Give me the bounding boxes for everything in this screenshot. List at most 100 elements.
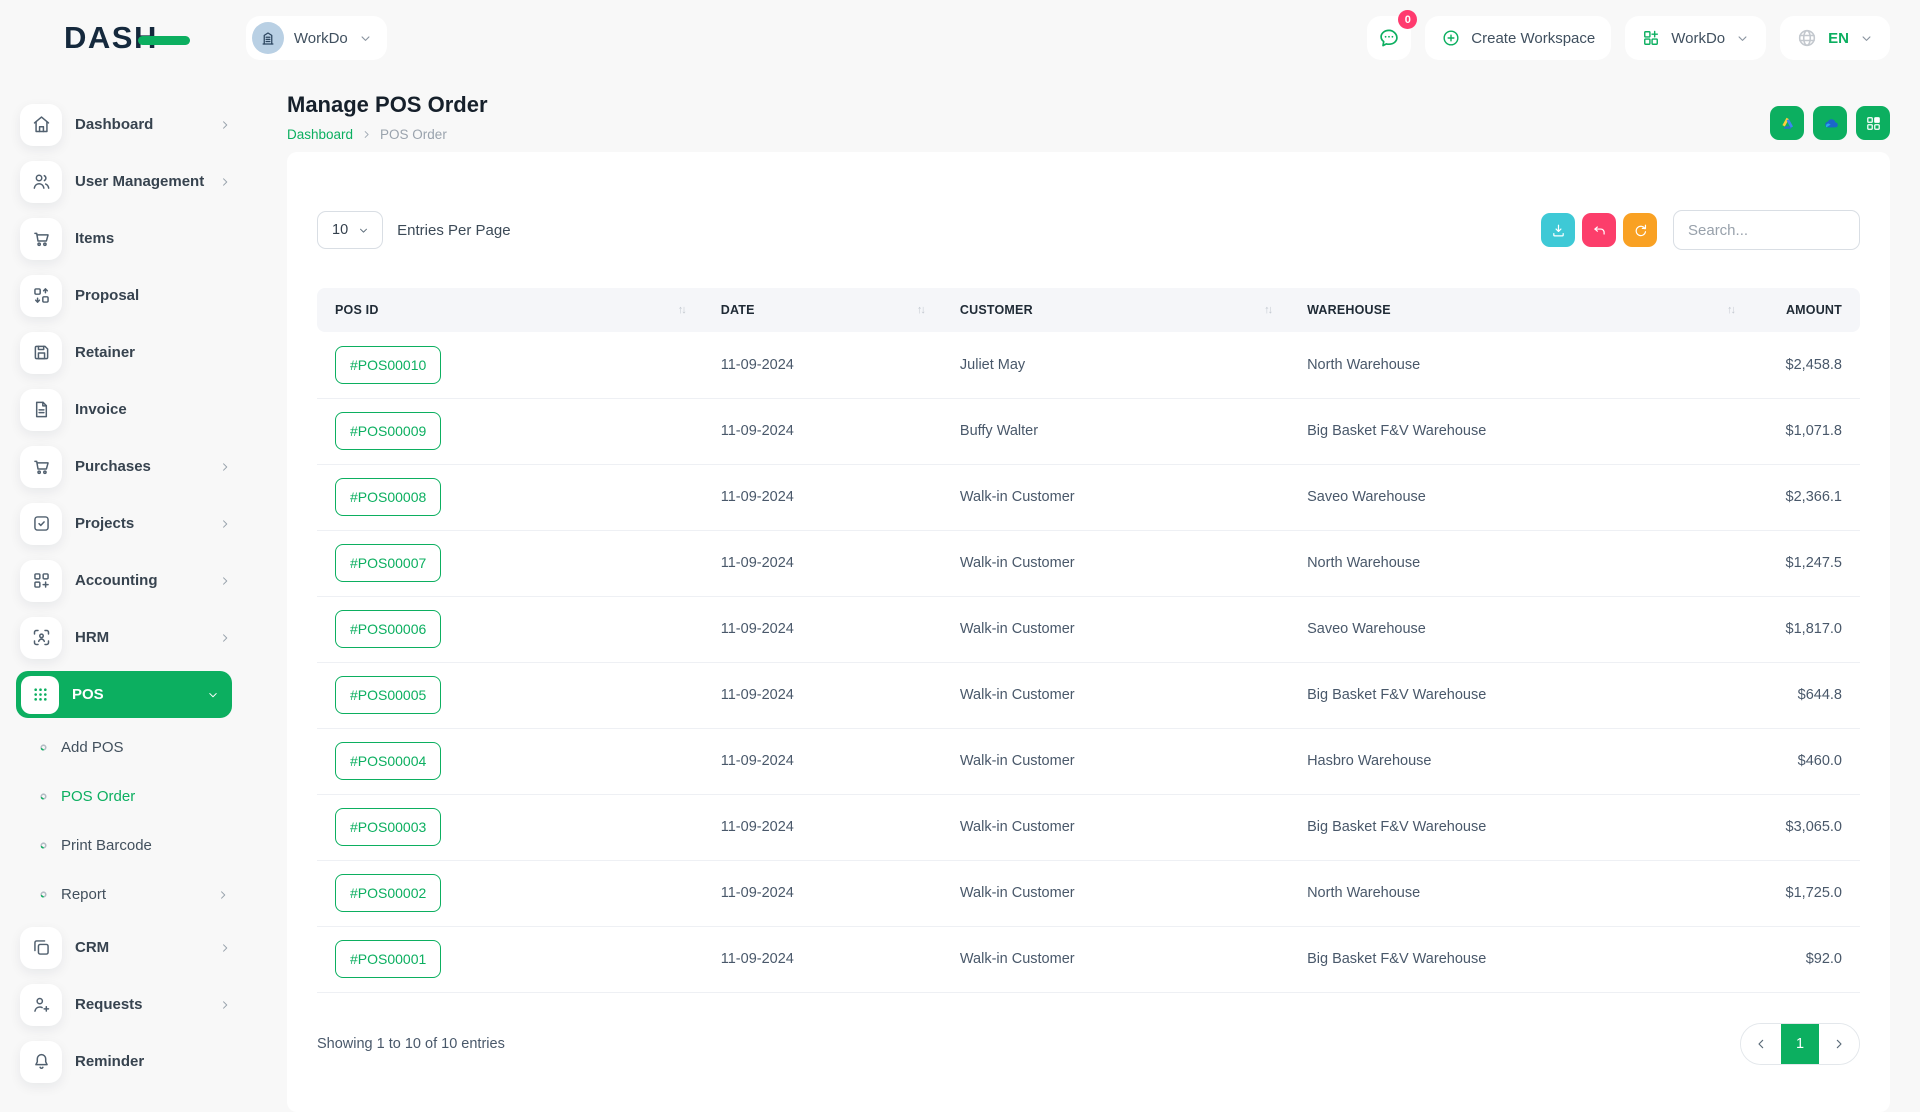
main-content: Manage POS Order Dashboard POS Order 10 … [256, 76, 1920, 1112]
pos-id-link[interactable]: #POS00001 [335, 940, 441, 978]
table-row: #POS0000111-09-2024Walk-in CustomerBig B… [317, 926, 1860, 992]
column-label: CUSTOMER [960, 303, 1033, 317]
sidebar-item-requests[interactable]: Requests [0, 976, 256, 1033]
column-header-date[interactable]: DATE↑↓ [703, 288, 942, 332]
app-logo[interactable]: DASH [64, 20, 190, 56]
entries-value: 10 [332, 222, 348, 238]
sidebar-item-label: Accounting [75, 572, 205, 589]
breadcrumb-dashboard-link[interactable]: Dashboard [287, 127, 353, 142]
order-amount: $92.0 [1752, 926, 1860, 992]
workspace-switcher[interactable]: WorkDo [246, 16, 387, 60]
table-row: #POS0000611-09-2024Walk-in CustomerSaveo… [317, 596, 1860, 662]
grid-plus-icon [1641, 28, 1661, 48]
language-label: EN [1828, 30, 1849, 47]
sidebar-item-label: Retainer [75, 344, 232, 361]
chevron-down-icon [1735, 31, 1750, 46]
sidebar-subitem-add-pos[interactable]: Add POS [0, 723, 256, 772]
bullet-icon [38, 889, 49, 900]
sidebar-item-hrm[interactable]: HRM [0, 609, 256, 666]
create-workspace-button[interactable]: Create Workspace [1425, 16, 1611, 60]
chevron-right-icon [218, 118, 232, 132]
pagination: 1 [1740, 1023, 1860, 1065]
sidebar-item-items[interactable]: Items [0, 210, 256, 267]
pagination-page-1[interactable]: 1 [1781, 1024, 1819, 1064]
pos-id-link[interactable]: #POS00004 [335, 742, 441, 780]
sidebar-item-reminder[interactable]: Reminder [0, 1033, 256, 1090]
chevron-right-icon [218, 460, 232, 474]
search-input[interactable] [1673, 210, 1860, 250]
sidebar-item-purchases[interactable]: Purchases [0, 438, 256, 495]
pos-id-link[interactable]: #POS00002 [335, 874, 441, 912]
create-workspace-label: Create Workspace [1471, 30, 1595, 47]
table-header-row: POS ID↑↓DATE↑↓CUSTOMER↑↓WAREHOUSE↑↓AMOUN… [317, 288, 1860, 332]
pos-id-link[interactable]: #POS00010 [335, 346, 441, 384]
page-head-text: Manage POS Order Dashboard POS Order [287, 92, 488, 142]
order-amount: $460.0 [1752, 728, 1860, 794]
grid-apps-button[interactable] [1856, 106, 1890, 140]
order-amount: $1,071.8 [1752, 398, 1860, 464]
table-row: #POS0000411-09-2024Walk-in CustomerHasbr… [317, 728, 1860, 794]
pos-id-link[interactable]: #POS00008 [335, 478, 441, 516]
customer-name: Juliet May [942, 332, 1289, 398]
warehouse-name: Saveo Warehouse [1289, 464, 1752, 530]
order-date: 11-09-2024 [703, 464, 942, 530]
sidebar-item-pos[interactable]: POS [16, 671, 232, 718]
workspace-menu-button[interactable]: WorkDo [1625, 16, 1766, 60]
table-footer: Showing 1 to 10 of 10 entries 1 [317, 1023, 1860, 1065]
sidebar-item-retainer[interactable]: Retainer [0, 324, 256, 381]
pos-id-link[interactable]: #POS00003 [335, 808, 441, 846]
sidebar-item-label: POS [72, 686, 193, 703]
sidebar-item-projects[interactable]: Projects [0, 495, 256, 552]
pos-id-link[interactable]: #POS00006 [335, 610, 441, 648]
topbar: DASH WorkDo 0 Create Workspace WorkDo [0, 0, 1920, 76]
sidebar-item-label: Purchases [75, 458, 205, 475]
chat-icon [1377, 26, 1401, 50]
toolbar-buttons [1541, 213, 1657, 247]
sidebar-subitem-print-barcode[interactable]: Print Barcode [0, 821, 256, 870]
sidebar-subitem-label: Print Barcode [61, 837, 230, 854]
accounting-icon [20, 560, 62, 602]
sidebar-subitem-report[interactable]: Report [0, 870, 256, 919]
sidebar-item-crm[interactable]: CRM [0, 919, 256, 976]
column-header-pos-id[interactable]: POS ID↑↓ [317, 288, 703, 332]
retainer-icon [20, 332, 62, 374]
messages-button[interactable]: 0 [1367, 16, 1411, 60]
sidebar-item-label: HRM [75, 629, 205, 646]
topbar-left: DASH WorkDo [64, 16, 387, 60]
chevron-right-icon [218, 631, 232, 645]
undo-button[interactable] [1582, 213, 1616, 247]
order-amount: $1,247.5 [1752, 530, 1860, 596]
page-title: Manage POS Order [287, 92, 488, 118]
sidebar-item-accounting[interactable]: Accounting [0, 552, 256, 609]
onedrive-button[interactable] [1813, 106, 1847, 140]
sidebar-item-invoice[interactable]: Invoice [0, 381, 256, 438]
refresh-button[interactable] [1623, 213, 1657, 247]
order-date: 11-09-2024 [703, 794, 942, 860]
customer-name: Walk-in Customer [942, 728, 1289, 794]
entries-per-page-label: Entries Per Page [397, 222, 510, 239]
pos-id-link[interactable]: #POS00005 [335, 676, 441, 714]
pos-id-link[interactable]: #POS00009 [335, 412, 441, 450]
pos-id-link[interactable]: #POS00007 [335, 544, 441, 582]
sidebar-item-label: User Management [75, 173, 205, 190]
table-toolbar: 10 Entries Per Page [317, 210, 1860, 250]
grid-apps-icon [1864, 114, 1883, 133]
language-selector[interactable]: EN [1780, 16, 1890, 60]
sidebar-item-dashboard[interactable]: Dashboard [0, 96, 256, 153]
download-button[interactable] [1541, 213, 1575, 247]
pagination-prev-button[interactable] [1741, 1024, 1781, 1064]
sort-arrows-icon: ↑↓ [911, 304, 924, 316]
column-header-customer[interactable]: CUSTOMER↑↓ [942, 288, 1289, 332]
sidebar-item-proposal[interactable]: Proposal [0, 267, 256, 324]
google-drive-button[interactable] [1770, 106, 1804, 140]
pagination-next-button[interactable] [1819, 1024, 1859, 1064]
showing-entries-text: Showing 1 to 10 of 10 entries [317, 1036, 505, 1052]
sidebar-item-user-management[interactable]: User Management [0, 153, 256, 210]
workspace-avatar [252, 22, 284, 54]
plus-circle-icon [1441, 28, 1461, 48]
customer-name: Walk-in Customer [942, 530, 1289, 596]
sidebar-subitem-pos-order[interactable]: POS Order [0, 772, 256, 821]
entries-per-page-select[interactable]: 10 [317, 211, 383, 249]
column-header-warehouse[interactable]: WAREHOUSE↑↓ [1289, 288, 1752, 332]
customer-name: Walk-in Customer [942, 926, 1289, 992]
